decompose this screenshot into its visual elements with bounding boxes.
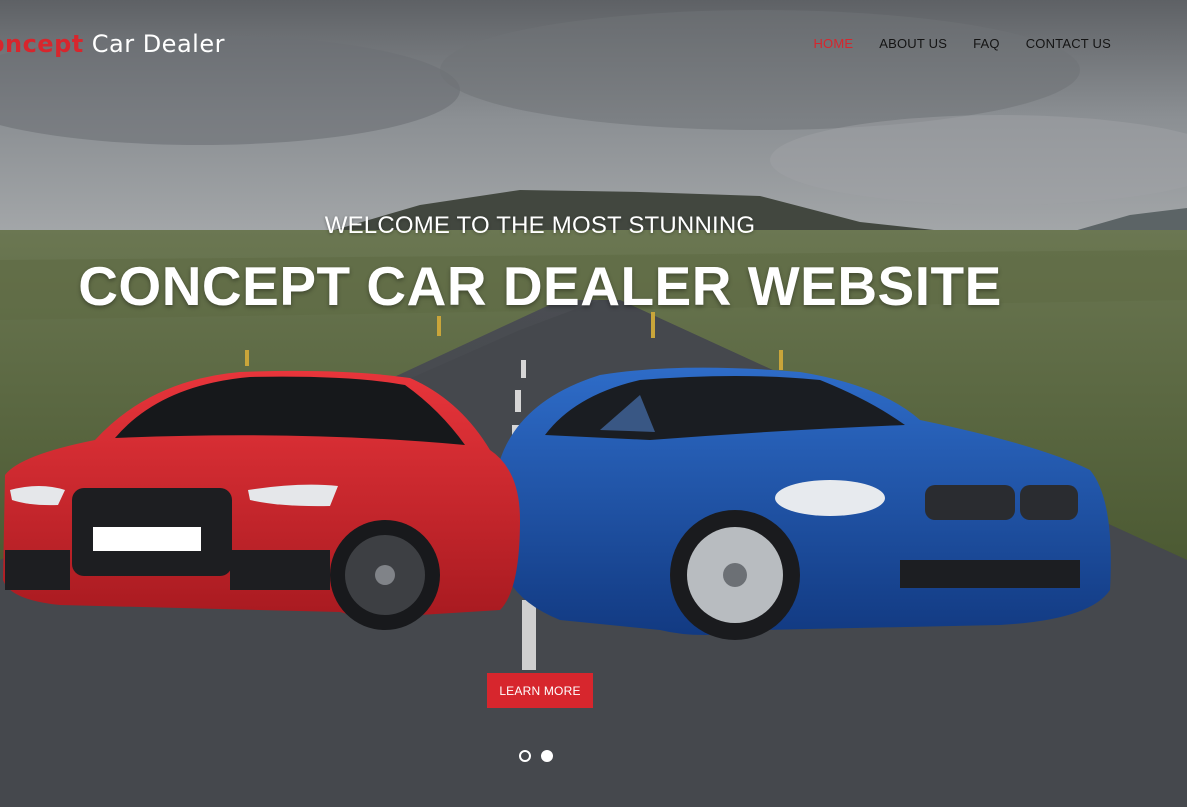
site-header: onceptCar Dealer HOME ABOUT US FAQ CONTA… — [0, 0, 1187, 90]
nav-about-us[interactable]: ABOUT US — [879, 36, 947, 51]
logo-part-concept: oncept — [0, 30, 84, 58]
logo-part-car-dealer: Car Dealer — [91, 30, 225, 58]
nav-faq[interactable]: FAQ — [973, 36, 1000, 51]
hero-subtitle: WELCOME TO THE MOST STUNNING — [324, 212, 756, 239]
slide-dot-1[interactable] — [519, 750, 531, 762]
learn-more-button[interactable]: LEARN MORE — [487, 673, 593, 708]
hero-title: CONCEPT CAR DEALER WEBSITE — [78, 255, 1002, 317]
road-landscape-image — [0, 0, 1187, 807]
slider-pagination — [519, 750, 553, 762]
site-logo[interactable]: onceptCar Dealer — [0, 30, 225, 58]
hero-slider: onceptCar Dealer HOME ABOUT US FAQ CONTA… — [0, 0, 1187, 807]
nav-home[interactable]: HOME — [813, 36, 853, 51]
nav-contact-us[interactable]: CONTACT US — [1026, 36, 1111, 51]
slide-dot-2[interactable] — [541, 750, 553, 762]
main-nav: HOME ABOUT US FAQ CONTACT US — [813, 36, 1111, 51]
